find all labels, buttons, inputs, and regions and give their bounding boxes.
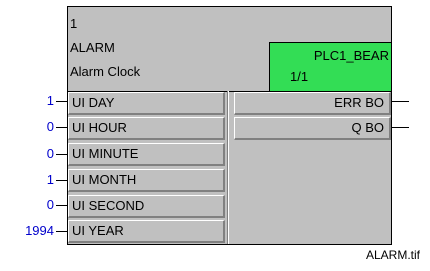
input-port-ui-month[interactable]: UI MONTH	[68, 169, 225, 192]
column-divider-highlight	[228, 91, 229, 244]
block-description: Alarm Clock	[70, 64, 141, 79]
input-port-ui-day[interactable]: UI DAY	[68, 92, 225, 115]
input-value-ui-hour[interactable]: 0	[2, 119, 54, 134]
input-port-ui-minute[interactable]: UI MINUTE	[68, 143, 225, 166]
input-value-ui-minute[interactable]: 0	[2, 146, 54, 161]
input-port-ui-hour[interactable]: UI HOUR	[68, 117, 225, 140]
output-wire-err-bo	[392, 101, 409, 102]
figure-filename: ALARM.tif	[365, 248, 420, 262]
input-value-ui-second[interactable]: 0	[2, 197, 54, 212]
input-wire	[56, 231, 67, 232]
plc-name: PLC1_BEAR	[313, 48, 389, 63]
output-port-q-bo[interactable]: Q BO	[234, 117, 391, 140]
input-port-ui-year[interactable]: UI YEAR	[68, 220, 225, 243]
input-value-ui-day[interactable]: 1	[2, 93, 54, 108]
output-wire-q-bo	[392, 127, 409, 128]
function-block[interactable]: 1 ALARM Alarm Clock PLC1_BEAR 1/1 UI DAY…	[67, 6, 392, 245]
block-instance-number: 1	[70, 16, 78, 31]
block-type-name: ALARM	[70, 40, 115, 55]
plc-slot: 1/1	[290, 69, 309, 84]
input-wire	[56, 205, 67, 206]
input-value-ui-month[interactable]: 1	[2, 172, 54, 187]
input-value-ui-year[interactable]: 1994	[2, 223, 54, 238]
plc-assignment-box[interactable]: PLC1_BEAR 1/1	[269, 42, 391, 91]
input-wire	[56, 101, 67, 102]
input-wire	[56, 127, 67, 128]
input-wire	[56, 180, 67, 181]
input-port-ui-second[interactable]: UI SECOND	[68, 195, 225, 218]
input-wire	[56, 154, 67, 155]
output-port-err-bo[interactable]: ERR BO	[234, 92, 391, 115]
